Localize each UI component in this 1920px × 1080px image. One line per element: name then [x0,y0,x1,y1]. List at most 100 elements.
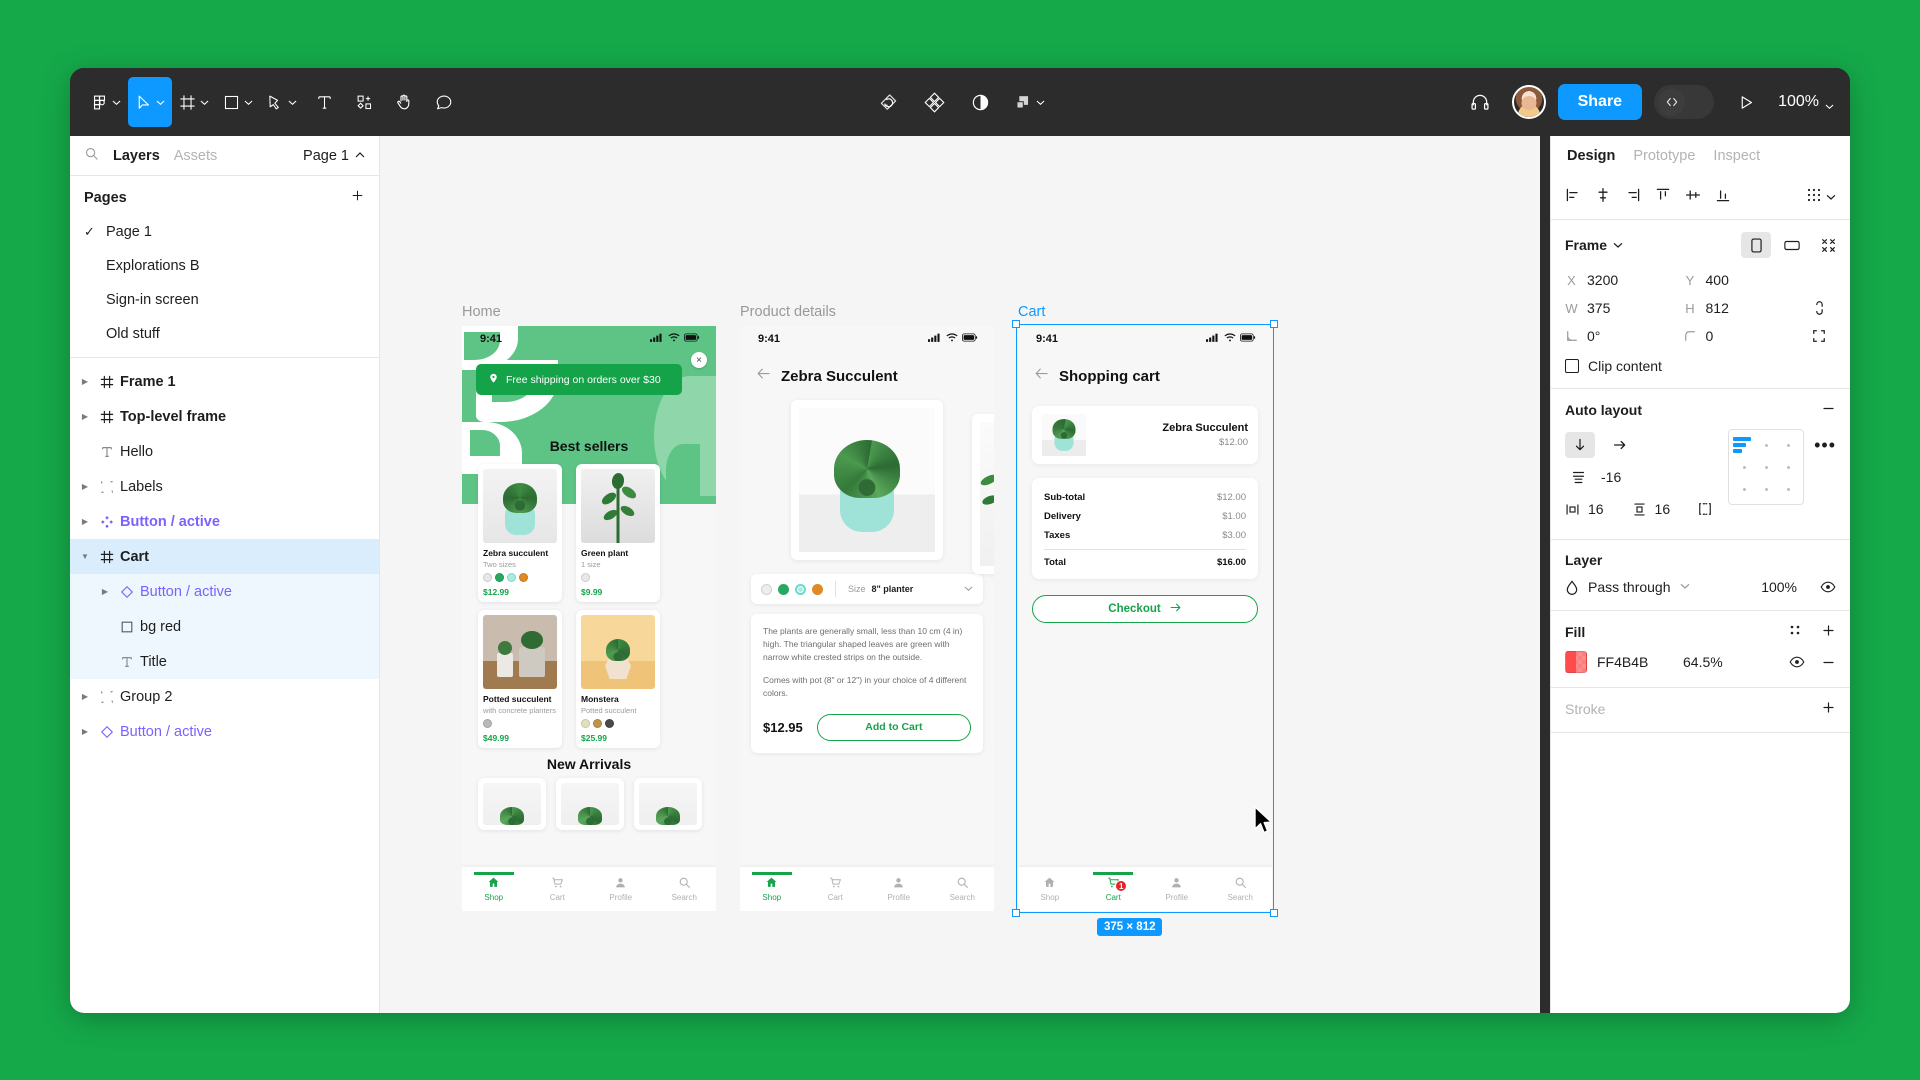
alignment-cell[interactable] [1786,443,1790,447]
chevron-right-icon[interactable]: ▶ [96,587,114,596]
y-field[interactable]: Y 400 [1684,266,1803,294]
more-align-options-button[interactable] [1807,188,1836,207]
product-hero-image[interactable] [791,400,943,560]
nav-item-search[interactable]: Search [653,876,717,902]
chevron-right-icon[interactable]: ▶ [76,482,94,491]
nav-item-search[interactable]: Search [931,876,995,902]
chevron-down-icon[interactable] [964,580,973,598]
product-card[interactable] [556,778,624,830]
alignment-cell[interactable] [1764,443,1768,447]
align-top-icon[interactable] [1655,187,1671,208]
cart-line-item[interactable]: Zebra Succulent $12.00 [1032,406,1258,464]
figma-menu-button[interactable] [84,77,128,127]
text-tool-button[interactable] [304,77,344,127]
swatch[interactable] [495,573,504,582]
page-item[interactable]: Explorations B [70,249,379,283]
present-button[interactable] [1726,77,1766,127]
align-right-icon[interactable] [1625,187,1641,208]
fill-styles-button[interactable] [1789,624,1803,641]
comment-tool-button[interactable] [424,77,464,127]
align-vertical-center-icon[interactable] [1685,187,1701,208]
page-selector[interactable]: Page 1 [303,148,365,164]
align-bottom-icon[interactable] [1715,187,1731,208]
nav-item-shop[interactable]: Shop [740,872,804,902]
chevron-right-icon[interactable]: ▶ [76,377,94,386]
direction-horizontal-button[interactable] [1605,432,1635,458]
clip-content-row[interactable]: Clip content [1565,358,1836,374]
orientation-landscape-button[interactable] [1777,232,1807,258]
boolean-button[interactable] [1006,77,1052,127]
variables-button[interactable] [960,77,1000,127]
chevron-down-icon[interactable]: ▼ [76,552,94,561]
swatch[interactable] [581,719,590,728]
back-arrow-icon[interactable] [756,366,771,386]
nav-item-shop[interactable]: Shop [462,872,526,902]
nav-item-profile[interactable]: Profile [1145,876,1209,902]
layer-row[interactable]: ▶ Labels [70,469,379,504]
product-hero-image-next[interactable] [972,414,994,574]
frame-tool-button[interactable] [172,77,216,127]
direction-vertical-button[interactable] [1565,432,1595,458]
swatch-selected[interactable] [795,583,806,595]
chevron-right-icon[interactable]: ▶ [76,517,94,526]
add-fill-button[interactable] [1821,623,1836,641]
alignment-cell[interactable] [1764,465,1768,469]
fill-hex-value[interactable]: FF4B4B [1597,654,1673,670]
layer-row[interactable]: bg red [70,609,379,644]
align-left-icon[interactable] [1565,187,1581,208]
swatch[interactable] [761,583,772,595]
nav-item-profile[interactable]: Profile [589,876,653,902]
alignment-cell[interactable] [1764,487,1768,491]
dev-mode-toggle[interactable] [1654,85,1715,119]
swatch[interactable] [605,719,614,728]
independent-corners-button[interactable] [1802,329,1836,343]
product-swatches[interactable] [483,573,557,582]
back-arrow-icon[interactable] [1034,366,1049,386]
plugins-button[interactable] [914,77,954,127]
tab-inspect[interactable]: Inspect [1713,148,1760,164]
layer-row[interactable]: ▶ Button / active [70,504,379,539]
nav-item-cart[interactable]: Cart [804,876,868,902]
add-page-button[interactable] [350,188,365,207]
shape-tool-button[interactable] [216,77,260,127]
swatch[interactable] [593,719,602,728]
auto-layout-more-options-button[interactable]: ••• [1814,435,1836,456]
search-icon[interactable] [84,146,99,165]
nav-item-cart[interactable]: Cart [526,876,590,902]
share-button[interactable]: Share [1557,84,1643,120]
orientation-portrait-button[interactable] [1741,232,1771,258]
product-card[interactable] [634,778,702,830]
checkout-button[interactable]: Checkout [1032,595,1258,623]
add-to-cart-button[interactable]: Add to Cart [816,713,971,741]
frame-home[interactable]: 9:41 Free shipping on orders over $30 × … [462,326,716,911]
fill-color-swatch[interactable] [1565,651,1587,673]
resources-tool-button[interactable] [344,77,384,127]
page-item[interactable]: Sign-in screen [70,283,379,317]
frame-cart[interactable]: 9:41 Shopping cart Zebra Succulent $12.0… [1018,326,1272,911]
chevron-right-icon[interactable]: ▶ [76,692,94,701]
swatch[interactable] [507,573,516,582]
frame-label-product-details[interactable]: Product details [740,304,836,320]
height-field[interactable]: H 812 [1684,294,1803,322]
frame-product-details[interactable]: 9:41 Zebra Succulent Size 8" planter The… [740,326,994,911]
remove-auto-layout-button[interactable] [1821,401,1836,419]
alignment-cell[interactable] [1742,487,1746,491]
zoom-level-button[interactable]: 100% [1778,93,1834,111]
page-item[interactable]: Old stuff [70,317,379,351]
avatar[interactable] [1511,85,1546,119]
product-card[interactable]: Zebra succulent Two sizes $12.99 [478,464,562,602]
layer-row[interactable]: ▶ Button / active [70,574,379,609]
frame-label-cart[interactable]: Cart [1018,304,1045,320]
constrain-proportions-button[interactable] [1802,300,1836,316]
frame-label-home[interactable]: Home [462,304,501,320]
alignment-active-cell[interactable] [1733,437,1755,453]
product-swatches[interactable] [581,719,655,728]
nav-item-shop[interactable]: Shop [1018,876,1082,902]
add-stroke-button[interactable] [1821,700,1836,718]
tab-assets[interactable]: Assets [174,148,218,164]
product-card[interactable]: Green plant 1 size $9.99 [576,464,660,602]
layer-opacity-value[interactable]: 100% [1761,579,1797,595]
swatch[interactable] [483,573,492,582]
fill-opacity-value[interactable]: 64.5% [1683,654,1723,670]
layer-visibility-toggle[interactable] [1820,579,1836,595]
